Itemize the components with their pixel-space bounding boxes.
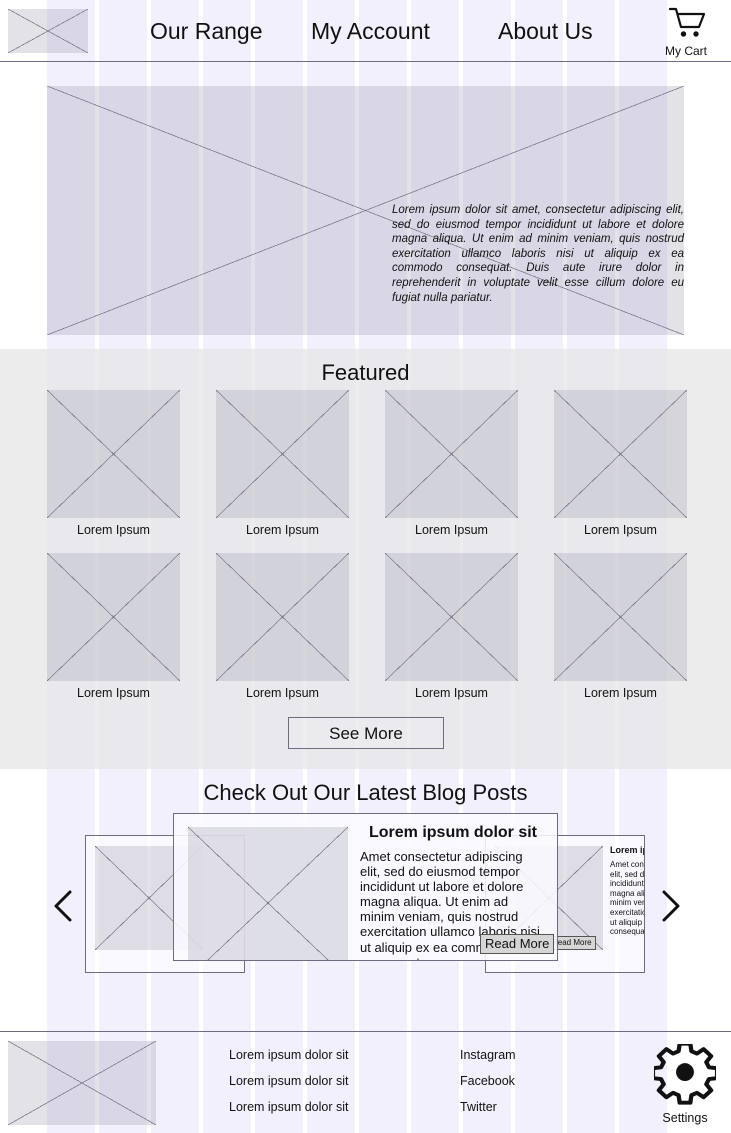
featured-section: Featured Lorem Ipsum Lorem Ipsum Lorem Ips… [0,349,731,769]
footer-link[interactable]: Lorem ipsum dolor sit [229,1048,349,1063]
cart-label: My Cart [665,44,707,58]
carousel-next-button[interactable] [658,889,682,923]
nav-link-our-range[interactable]: Our Range [150,17,263,45]
featured-product-card[interactable]: Lorem Ipsum [554,553,687,701]
featured-product-caption: Lorem Ipsum [584,686,657,700]
footer-link[interactable]: Lorem ipsum dolor sit [229,1074,349,1089]
featured-product-caption: Lorem Ipsum [584,523,657,537]
chevron-right-icon [662,890,680,922]
featured-product-caption: Lorem Ipsum [415,523,488,537]
footer-social-link[interactable]: Twitter [460,1100,516,1115]
footer-link[interactable]: Lorem ipsum dolor sit [229,1100,349,1115]
product-thumbnail-placeholder [385,390,518,518]
featured-heading: Featured [321,360,410,385]
footer-social-link[interactable]: Facebook [460,1074,516,1089]
featured-product-card[interactable]: Lorem Ipsum [216,390,349,538]
blog-card-heading: Lorem ipsum dolor sit [610,845,644,855]
featured-product-card[interactable]: Lorem Ipsum [554,390,687,538]
product-thumbnail-placeholder [216,553,349,681]
blog-section: Check Out Our Latest Blog Posts Lorem ip… [0,769,731,1017]
hero-section: Lorem ipsum dolor sit amet, consectetur … [0,62,731,349]
featured-product-caption: Lorem Ipsum [246,686,319,700]
blog-card-body: Lorem ipsum dolor sit Amet consectetur a… [610,845,645,937]
gear-icon [650,1041,720,1105]
blog-card-excerpt: Amet consectetur adipiscing elit, sed do… [610,860,645,937]
nav-link-about-us[interactable]: About Us [498,17,593,45]
blog-heading: Check Out Our Latest Blog Posts [203,780,528,805]
my-cart-button[interactable]: My Cart [662,6,710,58]
blog-thumbnail-placeholder [188,827,348,960]
footer-social-column: Instagram Facebook Twitter [460,1048,516,1126]
see-more-button[interactable]: See More [288,717,444,749]
settings-label: Settings [662,1111,708,1125]
product-thumbnail-placeholder [554,553,687,681]
header-logo[interactable] [8,9,88,53]
footer-links-column: Lorem ipsum dolor sit Lorem ipsum dolor s… [229,1048,349,1126]
featured-product-card[interactable]: Lorem Ipsum [385,390,518,538]
carousel-prev-button[interactable] [52,889,76,923]
shopping-cart-icon [668,7,706,37]
site-header: Our Range My Account About Us My Cart [0,0,731,62]
blog-card-heading: Lorem ipsum dolor sit [368,824,537,841]
featured-product-caption: Lorem Ipsum [77,686,150,700]
nav-link-my-account[interactable]: My Account [311,17,430,45]
product-thumbnail-placeholder [47,553,180,681]
featured-product-card[interactable]: Lorem Ipsum [47,553,180,701]
product-thumbnail-placeholder [216,390,349,518]
read-more-button[interactable]: Read More [480,934,555,954]
featured-product-card[interactable]: Lorem Ipsum [47,390,180,538]
chevron-left-icon [54,890,72,922]
settings-button[interactable]: Settings [650,1041,720,1125]
product-thumbnail-placeholder [554,390,687,518]
hero-paragraph: Lorem ipsum dolor sit amet, consectetur … [392,204,684,304]
featured-product-caption: Lorem Ipsum [77,523,150,537]
site-footer: Lorem ipsum dolor sit Lorem ipsum dolor s… [0,1031,731,1133]
featured-product-caption: Lorem Ipsum [415,686,488,700]
product-thumbnail-placeholder [47,390,180,518]
featured-product-caption: Lorem Ipsum [246,523,319,537]
blog-card-active[interactable]: Lorem ipsum dolor sit Amet consectetur a… [173,813,558,961]
footer-logo[interactable] [8,1041,156,1125]
footer-social-link[interactable]: Instagram [460,1048,516,1063]
featured-product-card[interactable]: Lorem Ipsum [216,553,349,701]
product-thumbnail-placeholder [385,553,518,681]
featured-product-card[interactable]: Lorem Ipsum [385,553,518,701]
